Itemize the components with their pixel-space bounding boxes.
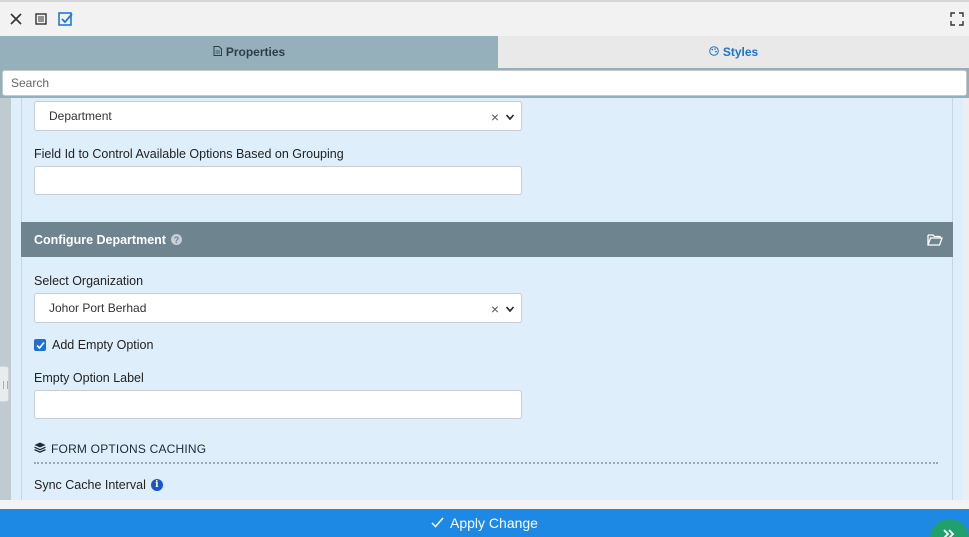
organization-select[interactable]: Johor Port Berhad × [34,293,522,323]
double-chevron-right-icon [943,528,955,537]
chevron-down-icon [505,303,515,317]
info-icon[interactable]: i [150,479,163,491]
tab-styles[interactable]: Styles [498,36,969,68]
grouping-field-label: Field Id to Control Available Options Ba… [34,147,344,161]
grouping-field-input[interactable] [34,166,522,195]
fullscreen-icon[interactable] [949,11,965,27]
help-icon[interactable]: ? [170,234,182,245]
resize-handle[interactable] [0,366,9,402]
palette-icon [709,45,719,59]
sync-cache-interval-row: Sync Cache Interval i [34,478,163,492]
folder-open-icon[interactable] [927,233,943,249]
layers-icon [34,442,46,456]
organization-label: Select Organization [34,274,144,288]
cache-heading-label: FORM OPTIONS CACHING [51,442,207,456]
panel-tabs: Properties Styles [0,36,969,68]
apply-change-button[interactable]: Apply Change [0,509,969,537]
clear-icon[interactable]: × [491,109,499,125]
sync-cache-interval-label: Sync Cache Interval [34,478,146,492]
organization-select-value: Johor Port Berhad [49,301,147,315]
checkbox-icon[interactable] [58,11,74,27]
add-empty-option-label: Add Empty Option [52,338,154,352]
tab-properties-label: Properties [225,45,286,59]
grouping-select-value: Department [49,109,112,123]
close-icon[interactable] [8,11,24,27]
list-icon[interactable] [33,11,49,27]
clear-icon[interactable]: × [491,301,499,317]
check-icon [431,515,444,531]
section-configure-department[interactable]: Configure Department ? [21,222,953,257]
section-title: Configure Department [34,232,166,247]
form-options-caching-heading: FORM OPTIONS CACHING [34,442,938,464]
apply-change-label: Apply Change [450,515,538,531]
document-icon [213,45,222,59]
footer-gap [0,500,969,509]
tab-styles-label: Styles [722,45,759,59]
add-empty-option-row: Add Empty Option [34,338,153,352]
empty-option-label-input[interactable] [34,390,522,419]
empty-option-label-title: Empty Option Label [34,371,144,385]
scrollbar[interactable] [963,98,969,500]
search-input[interactable] [2,70,967,96]
grouping-select[interactable]: Department × [34,101,522,131]
chevron-down-icon [505,111,515,125]
properties-panel: Department × Field Id to Control Availab… [11,98,963,500]
search-bar [0,68,969,98]
add-empty-option-checkbox[interactable] [34,339,46,351]
properties-content: Department × Field Id to Control Availab… [0,98,969,500]
tab-properties[interactable]: Properties [0,36,498,68]
top-toolbar [0,0,969,36]
